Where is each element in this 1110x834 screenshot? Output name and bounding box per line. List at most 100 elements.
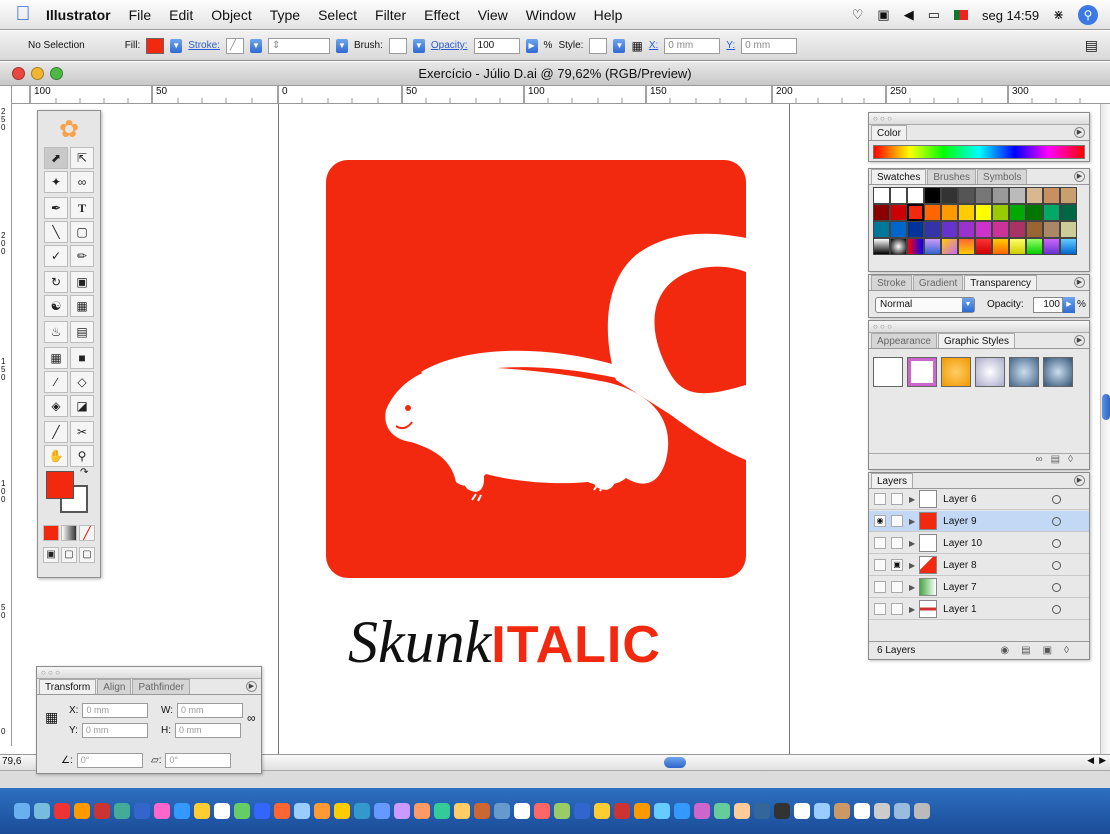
y-field[interactable]: 0 mm [741,37,798,54]
swatch[interactable] [1060,238,1077,255]
stroke-weight-dropdown[interactable]: ▼ [335,38,348,53]
direct-selection-tool-icon[interactable]: ⇱ [70,147,94,169]
shear-field[interactable]: 0° [165,753,232,768]
expand-icon[interactable]: ▶ [909,495,915,504]
slice-tool-icon[interactable]: ╱ [44,421,68,443]
app-icon[interactable] [894,803,910,819]
app-icon[interactable] [694,803,710,819]
lock-icon[interactable]: ▣ [891,559,903,571]
brush-swatch[interactable] [388,37,407,54]
h-field[interactable]: 0 mm [175,723,241,738]
blend-tool-icon[interactable]: ◇ [70,371,94,393]
opacity-field[interactable]: 100 [473,37,520,54]
type-tool-icon[interactable]: T [70,197,94,219]
layer-row-selected[interactable]: ◉ ▶ Layer 9 [869,511,1089,532]
panel-menu-icon[interactable]: ▶ [1074,475,1085,486]
swatch[interactable] [1026,221,1043,238]
clock[interactable]: seg 14:59 [982,8,1039,23]
menu-view[interactable]: View [478,7,508,23]
x-label[interactable]: X: [649,40,658,51]
panel-titlebar[interactable]: ○ ○ ○ [869,321,1089,333]
swatch[interactable] [941,204,958,221]
pencil-tool-icon[interactable]: ✏ [70,245,94,267]
constrain-link-icon[interactable]: ∞ [247,711,256,725]
stroke-label[interactable]: Stroke: [188,40,220,51]
vertical-ruler[interactable]: 250 200 150 100 50 0 [0,86,12,746]
swatch[interactable] [924,238,941,255]
panel-menu-icon[interactable]: ▶ [1074,277,1085,288]
graphic-style[interactable] [941,357,971,387]
tab-transparency[interactable]: Transparency [964,275,1038,290]
app-icon[interactable] [754,803,770,819]
mesh-tool-icon[interactable]: ▦ [44,347,68,369]
graphic-style[interactable] [975,357,1005,387]
angle-field[interactable]: 0° [76,753,143,768]
swatch[interactable] [907,221,924,238]
app-menu[interactable]: Illustrator [46,7,111,23]
live-paint-tool-icon[interactable]: ◈ [44,395,68,417]
zoom-tool-icon[interactable]: ⚲ [70,445,94,467]
menu-object[interactable]: Object [211,7,251,23]
finder-icon[interactable] [14,803,30,819]
swatch[interactable] [907,187,924,204]
scissors-tool-icon[interactable]: ✂ [70,421,94,443]
app-icon[interactable] [54,803,70,819]
trash-icon[interactable]: ◊ [1064,645,1081,656]
wordmark[interactable]: SkunkITALIC [348,606,661,681]
minimize-icon[interactable] [31,67,44,80]
panel-titlebar[interactable]: ○ ○ ○ [37,667,261,679]
scroll-thumb[interactable] [664,757,686,768]
x-field[interactable]: 0 mm [82,703,149,718]
gradient-tool-icon[interactable]: ■ [70,347,94,369]
target-icon[interactable] [1052,604,1061,614]
app-icon[interactable] [834,803,850,819]
color-spectrum[interactable] [873,145,1085,159]
app-icon[interactable] [874,803,890,819]
swatch[interactable] [941,187,958,204]
fill-dropdown[interactable]: ▼ [170,38,183,53]
swatch[interactable] [1043,238,1060,255]
swatch[interactable] [924,204,941,221]
brush-dropdown[interactable]: ▼ [412,38,425,53]
opacity-field[interactable]: 100 [1033,297,1063,313]
swatch[interactable] [992,221,1009,238]
app-icon[interactable] [294,803,310,819]
app-icon[interactable] [214,803,230,819]
expand-icon[interactable]: ▶ [909,583,915,592]
menu-type[interactable]: Type [270,7,300,23]
lasso-tool-icon[interactable]: ∞ [70,171,94,193]
app-icon[interactable] [534,803,550,819]
selection-tool-icon[interactable]: ⬈ [44,147,68,169]
swatch[interactable] [958,204,975,221]
full-screen-icon[interactable]: ▢ [79,547,95,563]
free-transform-tool-icon[interactable]: ▦ [70,295,94,317]
swatch[interactable] [1043,187,1060,204]
bluetooth-icon[interactable]: ⋇ [1053,7,1064,23]
pen-tool-icon[interactable]: ✒ [44,197,68,219]
make-clip-mask-icon[interactable]: ▤ [1021,645,1042,656]
opacity-slider-button[interactable]: ▶ [1063,297,1075,313]
screen-mode-icon[interactable]: ▣ [43,547,59,563]
style-swatch[interactable] [589,37,608,54]
graphic-style[interactable] [1009,357,1039,387]
line-tool-icon[interactable]: ╲ [44,221,68,243]
input-flag-icon[interactable] [953,10,968,20]
hand-tool-icon[interactable]: ✋ [44,445,68,467]
w-field[interactable]: 0 mm [177,703,244,718]
swatch[interactable] [1060,221,1077,238]
swatch[interactable] [873,204,890,221]
app-icon[interactable] [234,803,250,819]
magic-wand-tool-icon[interactable]: ✦ [44,171,68,193]
app-icon[interactable] [734,803,750,819]
target-icon[interactable] [1052,516,1061,526]
layer-name[interactable]: Layer 10 [943,538,982,549]
trash-icon[interactable] [914,803,930,819]
zoom-level[interactable]: 79,6 [2,756,21,767]
tab-brushes[interactable]: Brushes [927,169,977,184]
eyedropper-tool-icon[interactable]: ∕ [44,371,68,393]
app-icon[interactable] [514,803,530,819]
swatch-registration[interactable] [890,187,907,204]
tab-gradient[interactable]: Gradient [912,275,964,290]
app-icon[interactable] [674,803,690,819]
blend-mode-select[interactable]: Normal ▼ [875,297,975,313]
